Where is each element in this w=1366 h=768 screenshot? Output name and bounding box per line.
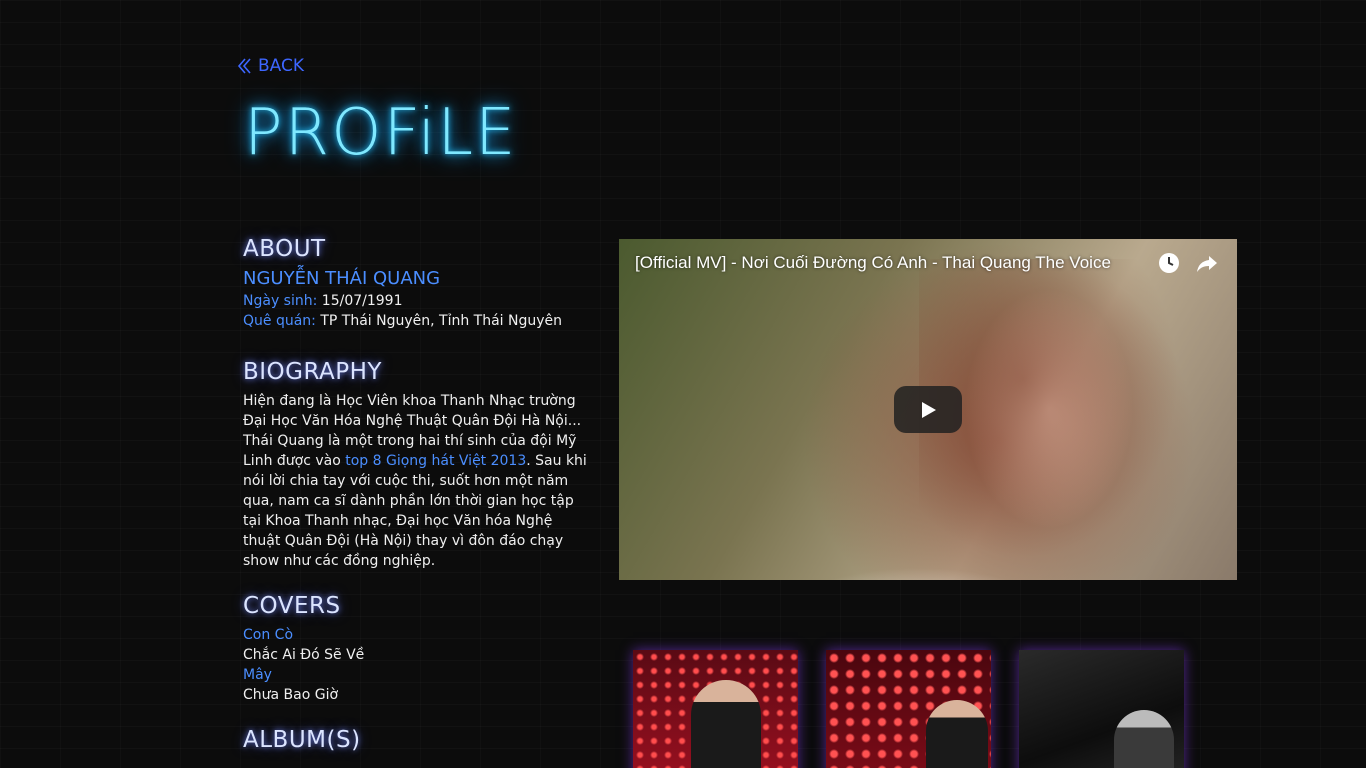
- gallery-photo[interactable]: [633, 650, 798, 768]
- video-title[interactable]: [Official MV] - Nơi Cuối Đường Có Anh - …: [635, 253, 1111, 273]
- biography-heading: BIOGRAPHY: [243, 359, 382, 385]
- double-chevron-left-icon: [237, 58, 251, 74]
- birth-date-label: Ngày sinh:: [243, 293, 318, 309]
- biography-text: Hiện đang là Học Viên khoa Thanh Nhạc tr…: [243, 391, 593, 571]
- play-button[interactable]: [894, 386, 962, 433]
- watch-later-icon[interactable]: [1157, 251, 1181, 275]
- bio-text-end: . Sau khi nói lời chia tay với cuộc thi,…: [243, 453, 587, 569]
- albums-heading: ALBUM(S): [243, 727, 361, 753]
- covers-list: Con Cò Chắc Ai Đó Sẽ Về Mây Chưa Bao Giờ: [243, 625, 593, 705]
- birth-date-row: Ngày sinh: 15/07/1991: [243, 291, 593, 311]
- hometown-value: TP Thái Nguyên, Tỉnh Thái Nguyên: [320, 313, 563, 329]
- play-icon: [922, 401, 936, 418]
- video-player[interactable]: [Official MV] - Nơi Cuối Đường Có Anh - …: [619, 239, 1237, 580]
- hometown-row: Quê quán: TP Thái Nguyên, Tỉnh Thái Nguy…: [243, 311, 593, 331]
- covers-heading: COVERS: [243, 593, 341, 619]
- singer-figure: [926, 700, 988, 768]
- cover-item[interactable]: Con Cò: [243, 625, 593, 645]
- photo-gallery: [633, 650, 1184, 768]
- about-heading: ABOUT: [243, 236, 326, 262]
- cover-item[interactable]: Mây: [243, 665, 593, 685]
- singer-figure: [691, 680, 761, 768]
- singer-figure: [1114, 710, 1174, 768]
- share-icon[interactable]: [1195, 251, 1219, 275]
- cover-item[interactable]: Chắc Ai Đó Sẽ Về: [243, 645, 593, 665]
- video-actions: [1157, 251, 1219, 275]
- artist-name: NGUYỄN THÁI QUANG: [243, 268, 441, 289]
- back-label: BACK: [258, 56, 305, 76]
- back-link[interactable]: BACK: [236, 56, 304, 76]
- gallery-photo[interactable]: [826, 650, 991, 768]
- page-title: PROFiLE: [244, 96, 518, 170]
- hometown-label: Quê quán:: [243, 313, 316, 329]
- profile-page: BACK PROFiLE ABOUT NGUYỄN THÁI QUANG Ngà…: [0, 0, 1366, 768]
- birth-date-value: 15/07/1991: [321, 293, 403, 309]
- profile-info-column: ABOUT NGUYỄN THÁI QUANG Ngày sinh: 15/07…: [243, 236, 593, 759]
- gallery-photo[interactable]: [1019, 650, 1184, 768]
- cover-item[interactable]: Chưa Bao Giờ: [243, 685, 593, 705]
- bio-highlight-link[interactable]: top 8 Giọng hát Việt 2013: [345, 453, 526, 469]
